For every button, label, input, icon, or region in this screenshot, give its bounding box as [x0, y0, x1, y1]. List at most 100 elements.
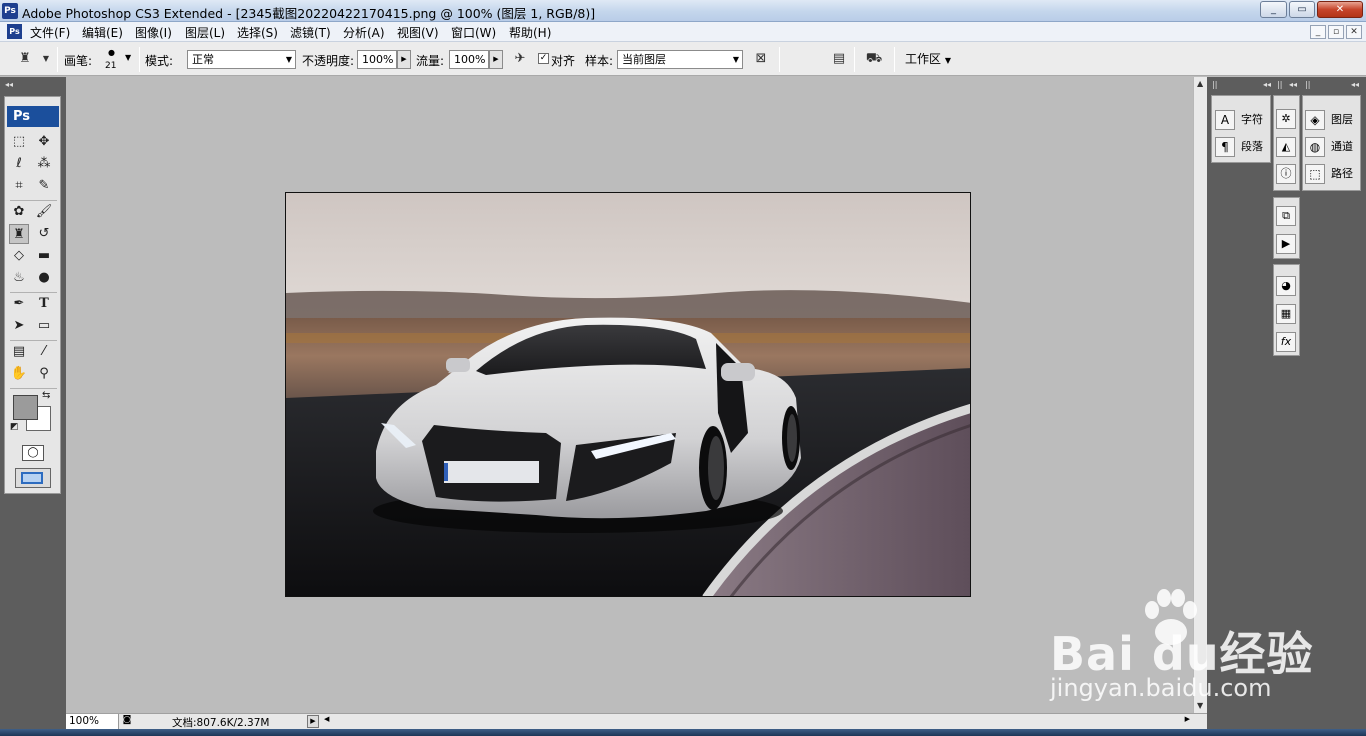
- doc-close-button[interactable]: ✕: [1346, 25, 1362, 39]
- move-icon[interactable]: ✥: [34, 132, 54, 152]
- document-image[interactable]: [285, 192, 971, 597]
- crop-icon[interactable]: ⌗: [9, 176, 29, 196]
- scroll-down-icon[interactable]: ▼: [1197, 701, 1203, 710]
- character-panel-button[interactable]: A 字符: [1215, 109, 1263, 131]
- actions-icon[interactable]: ▶: [1276, 234, 1296, 254]
- screen-mode-icon[interactable]: [15, 468, 51, 488]
- vertical-scrollbar[interactable]: ▲ ▼: [1193, 77, 1207, 713]
- menu-file[interactable]: 文件(F): [30, 24, 70, 41]
- hand-icon[interactable]: ✋: [9, 364, 29, 384]
- quick-mask-icon[interactable]: ◯: [22, 445, 44, 461]
- horizontal-scrollbar[interactable]: ◀ ▶: [322, 715, 1192, 728]
- eyedropper-icon[interactable]: ⁄: [34, 342, 54, 362]
- history-brush-icon[interactable]: ↺: [34, 224, 54, 244]
- toolbox-ps-badge[interactable]: Ps: [7, 106, 59, 127]
- layers-icon: ◈: [1305, 110, 1325, 130]
- brush-dot-icon: ●: [108, 48, 115, 57]
- histogram-icon[interactable]: ◭: [1276, 137, 1296, 157]
- opacity-slider-button[interactable]: ▶: [397, 50, 411, 69]
- color-palette-icon[interactable]: ◕: [1276, 276, 1296, 296]
- dodge-icon[interactable]: ●: [34, 268, 54, 288]
- channels-panel-button[interactable]: ◍ 通道: [1305, 136, 1353, 158]
- document-icon[interactable]: Ps: [7, 24, 22, 39]
- menu-filter[interactable]: 滤镜(T): [290, 24, 331, 41]
- status-menu-arrow-icon[interactable]: ▶: [307, 715, 319, 728]
- bridge-icon[interactable]: ⛟: [864, 50, 884, 68]
- slice-icon[interactable]: ✎: [34, 176, 54, 196]
- restore-button[interactable]: ▭: [1289, 1, 1315, 18]
- workspace-menu[interactable]: 工作区 ▼: [905, 50, 951, 68]
- scroll-right-icon[interactable]: ▶: [1185, 715, 1190, 723]
- brush-icon[interactable]: 🖌: [34, 202, 54, 222]
- flow-slider-button[interactable]: ▶: [489, 50, 503, 69]
- divider: [10, 200, 57, 201]
- ignore-adjustment-layers-icon[interactable]: ⊠: [751, 50, 771, 68]
- paragraph-panel-button[interactable]: ¶ 段落: [1215, 136, 1263, 158]
- paths-icon: ⬚: [1305, 164, 1325, 184]
- doc-minimize-button[interactable]: _: [1310, 25, 1326, 39]
- dock-grip-icon[interactable]: ||: [1277, 80, 1282, 89]
- path-selection-icon[interactable]: ➤: [9, 316, 29, 336]
- sample-select[interactable]: 当前图层 ▼: [617, 50, 743, 69]
- dock-grip-icon[interactable]: ||: [1305, 80, 1310, 89]
- brush-picker[interactable]: ● 21: [101, 46, 123, 72]
- doc-restore-button[interactable]: ▫: [1328, 25, 1344, 39]
- minimize-button[interactable]: _: [1260, 1, 1287, 18]
- type-icon[interactable]: T: [34, 294, 54, 314]
- lasso-icon[interactable]: ℓ: [9, 154, 29, 174]
- menu-select[interactable]: 选择(S): [237, 24, 278, 41]
- swatches-icon[interactable]: ▦: [1276, 304, 1296, 324]
- divider: [10, 388, 57, 389]
- history-icon[interactable]: ⧉: [1276, 206, 1296, 226]
- shape-icon[interactable]: ▭: [34, 316, 54, 336]
- info-icon[interactable]: ⓘ: [1276, 164, 1296, 184]
- opacity-input[interactable]: 100%: [357, 50, 397, 69]
- scroll-up-icon[interactable]: ▲: [1197, 79, 1203, 88]
- zoom-field[interactable]: 100%: [66, 714, 119, 729]
- window-title: Adobe Photoshop CS3 Extended - [2345截图20…: [22, 6, 596, 21]
- clone-stamp-icon[interactable]: ♜: [9, 224, 29, 244]
- layers-panel-button[interactable]: ◈ 图层: [1305, 109, 1353, 131]
- collapse-arrows-icon[interactable]: ◂◂: [5, 80, 13, 89]
- collapse-arrows-icon[interactable]: ◂◂: [1263, 80, 1271, 89]
- preset-dropdown-arrow-icon[interactable]: ▼: [36, 50, 56, 68]
- palette-well-icon[interactable]: ▤: [829, 50, 849, 68]
- default-colors-icon[interactable]: ◩: [10, 422, 19, 432]
- clone-stamp-preset-icon[interactable]: ♜: [15, 50, 35, 68]
- swap-colors-icon[interactable]: ⇆: [42, 390, 50, 401]
- foreground-color-swatch[interactable]: [13, 395, 38, 420]
- airbrush-icon[interactable]: ✈: [510, 50, 530, 68]
- menu-layer[interactable]: 图层(L): [185, 24, 225, 41]
- status-info-icon[interactable]: ◙: [120, 715, 134, 728]
- dock-grip-icon[interactable]: ||: [1212, 80, 1217, 89]
- align-checkbox[interactable]: ✓: [538, 53, 549, 64]
- close-button[interactable]: ✕: [1317, 1, 1363, 18]
- photoshop-window: Ps Adobe Photoshop CS3 Extended - [2345截…: [0, 0, 1366, 736]
- menu-analysis[interactable]: 分析(A): [343, 24, 385, 41]
- align-label: 对齐: [551, 54, 576, 68]
- paths-panel-button[interactable]: ⬚ 路径: [1305, 163, 1353, 185]
- menu-edit[interactable]: 编辑(E): [82, 24, 123, 41]
- notes-icon[interactable]: ▤: [9, 342, 29, 362]
- magic-wand-icon[interactable]: ⁂: [34, 154, 54, 174]
- menu-help[interactable]: 帮助(H): [509, 24, 551, 41]
- blur-icon[interactable]: ♨: [9, 268, 29, 288]
- menu-view[interactable]: 视图(V): [397, 24, 439, 41]
- menu-image[interactable]: 图像(I): [135, 24, 172, 41]
- gradient-icon[interactable]: ▬: [34, 246, 54, 266]
- healing-brush-icon[interactable]: ✿: [9, 202, 29, 222]
- menu-window[interactable]: 窗口(W): [451, 24, 496, 41]
- pen-icon[interactable]: ✒: [9, 294, 29, 314]
- flow-input[interactable]: 100%: [449, 50, 489, 69]
- navigator-icon[interactable]: ✲: [1276, 109, 1296, 129]
- collapse-arrows-icon[interactable]: ◂◂: [1351, 80, 1359, 89]
- history-panel-group: ⧉ ▶: [1273, 197, 1300, 259]
- styles-fx-icon[interactable]: fx: [1276, 332, 1296, 352]
- eraser-icon[interactable]: ◇: [9, 246, 29, 266]
- marquee-icon[interactable]: ⬚: [9, 132, 29, 152]
- mode-select[interactable]: 正常 ▼: [187, 50, 296, 69]
- scroll-left-icon[interactable]: ◀: [324, 715, 329, 723]
- zoom-icon[interactable]: ⚲: [34, 364, 54, 384]
- collapse-arrows-icon[interactable]: ◂◂: [1289, 80, 1297, 89]
- brush-dropdown-icon[interactable]: ▼: [125, 53, 131, 62]
